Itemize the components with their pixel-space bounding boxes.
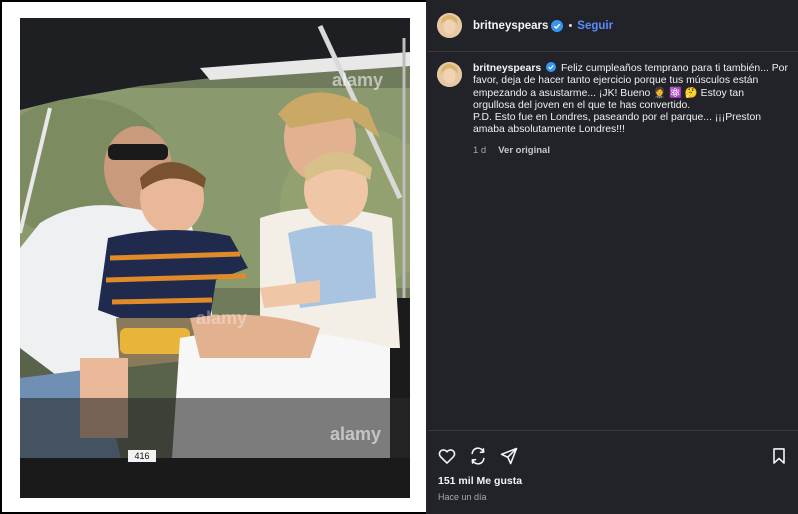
action-row [437, 445, 789, 467]
caption-text: britneyspears Feliz cumpleaños temprano … [473, 62, 789, 137]
avatar-image [437, 13, 462, 38]
action-bar: 151 mil Me gusta Hace un día [427, 430, 798, 514]
caption-username[interactable]: britneyspears [473, 63, 541, 74]
heart-icon[interactable] [437, 446, 457, 466]
bookmark-icon[interactable] [769, 446, 789, 466]
see-original-button[interactable]: Ver original [498, 145, 550, 156]
watermark-3: alamy [196, 308, 247, 328]
caption-ps: P.D. Esto fue en Londres, paseando por e… [473, 112, 762, 136]
like-count[interactable]: 151 mil Me gusta [438, 475, 522, 487]
caption-block: britneyspears Feliz cumpleaños temprano … [437, 62, 789, 156]
watermark-2: alamy [330, 424, 381, 444]
caption-body: britneyspears Feliz cumpleaños temprano … [473, 62, 789, 156]
cart-plate: 416 [134, 451, 149, 461]
post-timestamp: Hace un día [438, 492, 487, 502]
post-panel: britneyspears • Seguir britneyspears Fel… [426, 0, 798, 514]
post-modal: 416 alamy alamy alamy britneyspears • Se… [0, 0, 798, 514]
post-photo: 416 alamy alamy alamy [20, 18, 410, 498]
caption-avatar-image [437, 62, 462, 87]
verified-badge-icon [551, 19, 564, 32]
caption-avatar[interactable] [437, 62, 462, 87]
post-media[interactable]: 416 alamy alamy alamy [2, 2, 426, 512]
caption-meta: 1 d Ver original [473, 145, 789, 156]
photo-illustration: 416 alamy alamy alamy [20, 18, 410, 498]
comment-icon[interactable] [468, 446, 488, 466]
avatar[interactable] [437, 13, 462, 38]
header-separator: • [568, 19, 573, 32]
share-icon[interactable] [499, 446, 519, 466]
caption-verified-icon [546, 62, 557, 72]
follow-button[interactable]: Seguir [577, 20, 613, 32]
post-author-username[interactable]: britneyspears [473, 20, 548, 32]
caption-age: 1 d [473, 144, 487, 156]
watermark-1: alamy [332, 70, 383, 90]
post-header: britneyspears • Seguir [427, 0, 798, 52]
